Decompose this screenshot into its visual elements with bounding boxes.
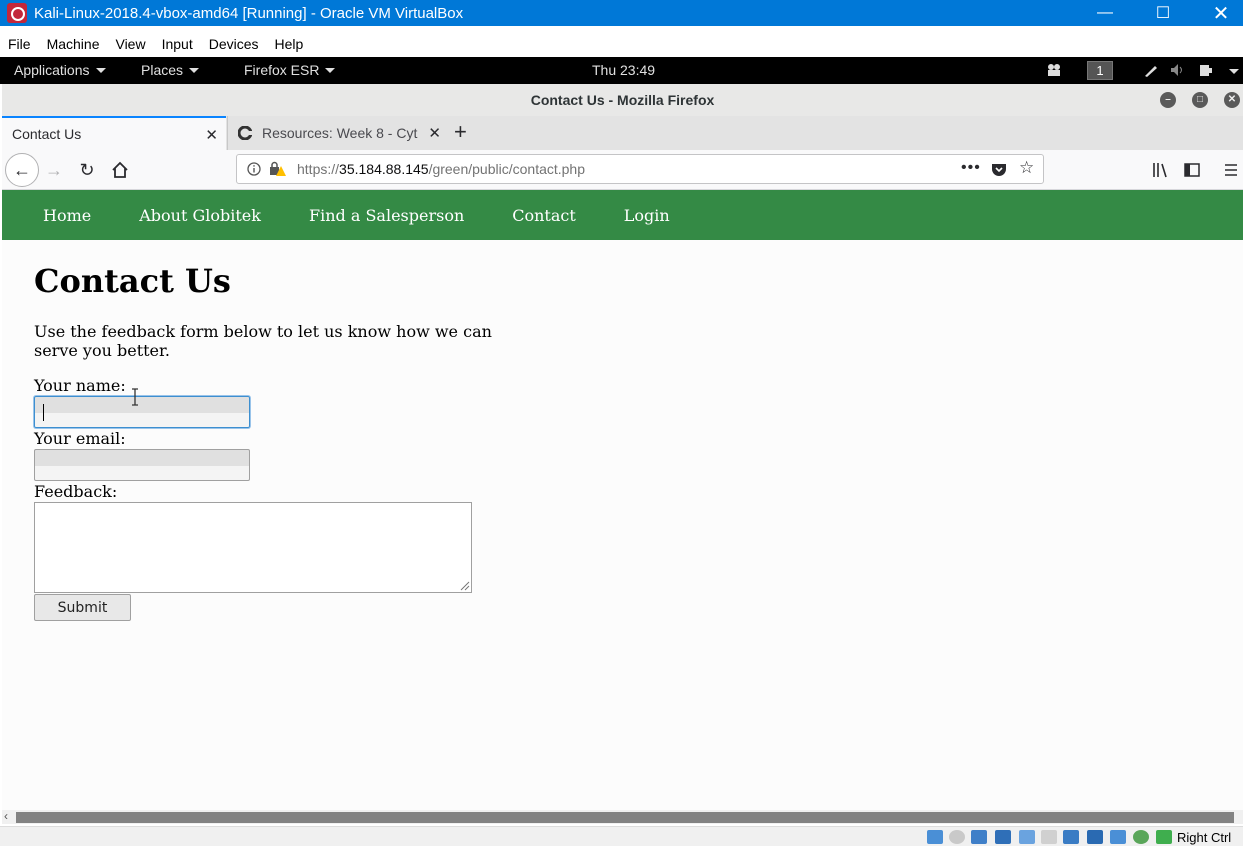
menu-devices[interactable]: Devices (209, 36, 259, 52)
forward-arrow-icon[interactable]: → (39, 155, 69, 185)
scrollbar-thumb[interactable] (16, 812, 1234, 823)
tab-contact-us[interactable]: Contact Us ✕ (2, 116, 226, 150)
video-camera-icon[interactable] (1046, 63, 1062, 77)
system-menu-caret-icon[interactable] (1229, 69, 1239, 74)
kali-top-panel: Applications Places Firefox ESR Thu 23:4… (0, 57, 1243, 84)
scroll-left-icon[interactable]: ‹ (4, 809, 8, 823)
hard-disk-icon[interactable] (927, 830, 943, 844)
shared-folders-icon[interactable] (1041, 830, 1057, 844)
nav-contact[interactable]: Contact (512, 206, 576, 225)
tab-resources[interactable]: Resources: Week 8 - Cyt ✕ (227, 116, 449, 150)
caret-down-icon (95, 67, 106, 73)
clock[interactable]: Thu 23:49 (592, 62, 655, 78)
firefox-titlebar: Contact Us - Mozilla Firefox – □ ✕ (2, 84, 1243, 116)
network-icon[interactable] (995, 830, 1011, 844)
menu-file[interactable]: File (8, 36, 31, 52)
power-icon[interactable] (1198, 63, 1214, 77)
virtualbox-logo-icon (7, 3, 27, 23)
nav-find-salesperson[interactable]: Find a Salesperson (309, 206, 464, 225)
info-icon[interactable] (247, 162, 261, 176)
nav-login[interactable]: Login (624, 206, 670, 225)
keyboard-capture-icon[interactable] (1156, 830, 1172, 844)
hamburger-menu-icon[interactable] (1216, 155, 1243, 185)
vbox-window-title: Kali-Linux-2018.4-vbox-amd64 [Running] -… (34, 4, 464, 22)
back-arrow-icon[interactable]: ← (5, 153, 39, 187)
caret-down-icon (325, 67, 336, 73)
video-capture-icon[interactable] (1087, 830, 1103, 844)
firefox-app-menu[interactable]: Firefox ESR (244, 62, 336, 78)
nav-home[interactable]: Home (43, 206, 91, 225)
url-path: /green/public/contact.php (428, 161, 586, 177)
site-navigation: Home About Globitek Find a Salesperson C… (2, 190, 1243, 240)
reload-icon[interactable]: ↻ (72, 155, 102, 185)
firefox-window-title: Contact Us - Mozilla Firefox (530, 92, 715, 108)
submit-button[interactable]: Submit (34, 594, 131, 621)
usb-icon[interactable] (1019, 830, 1035, 844)
firefox-app-label: Firefox ESR (244, 62, 320, 78)
menu-input[interactable]: Input (162, 36, 193, 52)
audio-icon[interactable] (971, 830, 987, 844)
pen-icon[interactable] (1143, 63, 1159, 77)
insecure-lock-icon[interactable] (269, 161, 287, 177)
host-key-label: Right Ctrl (1177, 830, 1232, 845)
minimize-icon[interactable]: — (1076, 0, 1134, 26)
intro-text: Use the feedback form below to let us kn… (34, 322, 492, 360)
vbox-titlebar: Kali-Linux-2018.4-vbox-amd64 [Running] -… (0, 0, 1243, 26)
page-title: Contact Us (34, 262, 231, 300)
horizontal-scrollbar[interactable]: ‹ (2, 809, 1243, 824)
mouse-integration-icon[interactable] (1133, 830, 1149, 844)
tab-strip: Contact Us ✕ Resources: Week 8 - Cyt ✕ + (2, 116, 1243, 150)
feedback-label: Feedback: (34, 482, 118, 501)
pocket-icon[interactable] (991, 162, 1007, 177)
menu-help[interactable]: Help (275, 36, 304, 52)
tab-close-icon[interactable]: ✕ (205, 126, 218, 144)
url-bar[interactable]: https://35.184.88.145/green/public/conta… (236, 154, 1044, 184)
clock-label: Thu 23:49 (592, 62, 656, 78)
url-text: https://35.184.88.145/green/public/conta… (297, 161, 585, 177)
caret-down-icon (189, 67, 200, 73)
library-icon[interactable] (1145, 155, 1175, 185)
tab-close-icon[interactable]: ✕ (428, 124, 441, 142)
display-icon[interactable] (1063, 830, 1079, 844)
canvas-favicon-icon (238, 126, 252, 140)
email-label: Your email: (34, 429, 126, 448)
email-input[interactable] (34, 449, 250, 481)
bookmark-star-icon[interactable]: ☆ (1019, 158, 1034, 178)
resize-grip-icon[interactable] (458, 579, 470, 591)
page-actions-icon[interactable]: ••• (961, 159, 981, 177)
firefox-close-icon[interactable]: ✕ (1224, 92, 1240, 108)
page-content: Contact Us Use the feedback form below t… (2, 240, 1243, 810)
firefox-minimize-icon[interactable]: – (1160, 92, 1176, 108)
optical-drive-icon[interactable] (949, 830, 965, 844)
menu-view[interactable]: View (115, 36, 145, 52)
maximize-icon[interactable]: ☐ (1134, 0, 1192, 26)
workspace-indicator[interactable]: 1 (1087, 61, 1113, 80)
feedback-textarea[interactable] (34, 502, 472, 593)
tab-label: Resources: Week 8 - Cyt (262, 125, 418, 141)
places-label: Places (141, 62, 184, 78)
navigation-toolbar: ← → ↻ https://35.184.88.145/green/public… (2, 150, 1243, 190)
new-tab-icon[interactable]: + (454, 121, 467, 143)
text-cursor (43, 404, 44, 421)
name-input[interactable] (34, 396, 250, 428)
vbox-menubar: File Machine View Input Devices Help (0, 31, 1243, 57)
close-icon[interactable]: ✕ (1192, 0, 1243, 26)
applications-menu[interactable]: Applications (14, 62, 106, 78)
name-label: Your name: (34, 376, 126, 395)
tab-label: Contact Us (12, 126, 82, 142)
ibeam-cursor-icon (132, 388, 138, 406)
nav-about-globitek[interactable]: About Globitek (139, 206, 261, 225)
vbox-statusbar: Right Ctrl (0, 826, 1243, 846)
home-icon[interactable] (105, 155, 135, 185)
applications-label: Applications (14, 62, 90, 78)
url-protocol: https:// (297, 161, 340, 177)
sidebar-icon[interactable] (1177, 155, 1207, 185)
firefox-maximize-icon[interactable]: □ (1192, 92, 1208, 108)
url-host: 35.184.88.145 (339, 161, 429, 177)
places-menu[interactable]: Places (141, 62, 200, 78)
cpu-icon[interactable] (1110, 830, 1126, 844)
menu-machine[interactable]: Machine (47, 36, 100, 52)
speaker-icon[interactable] (1170, 63, 1186, 77)
